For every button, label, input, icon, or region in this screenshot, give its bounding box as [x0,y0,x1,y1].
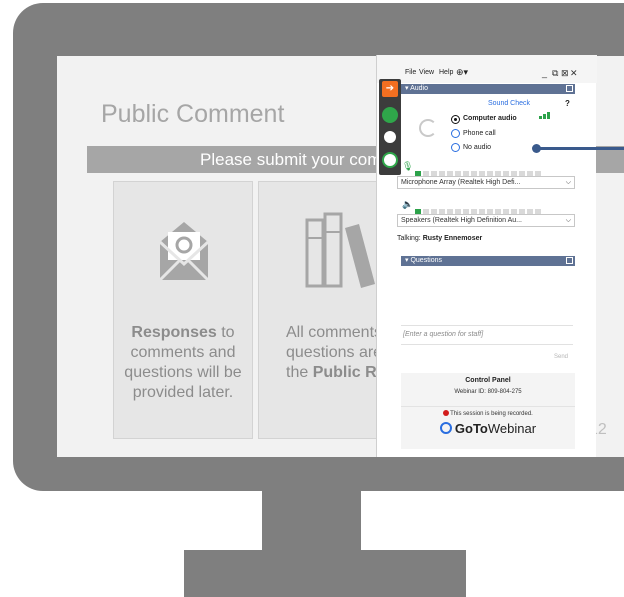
audio-section-header[interactable]: ▾ Audio [401,84,575,94]
microphone-select[interactable]: Microphone Array (Realtek High Defi... ⌵ [397,176,575,189]
card-responses-text: Responses to comments and questions will… [114,323,252,403]
email-icon [158,222,210,282]
speaker-select-value: Speakers (Realtek High Definition Au... [401,217,523,224]
books-icon [305,212,375,288]
mic-level-meter [415,164,543,177]
brand-webinar: Webinar [487,421,537,436]
radio-computer-audio[interactable] [451,115,460,124]
brand-goto: GoTo [454,421,488,436]
restore-icon[interactable]: ⧉ [552,68,558,79]
audio-section-title: Audio [410,85,428,92]
control-panel-title: Control Panel [465,377,511,384]
menu-help[interactable]: Help [439,69,453,76]
audio-popout-icon[interactable] [566,85,573,92]
menu-file[interactable]: File [405,69,416,76]
menu-view[interactable]: View [419,69,434,76]
recording-notice: This session is being recorded. [401,406,575,417]
audio-help-icon[interactable]: ? [565,99,570,108]
recording-notice-text: This session is being recorded. [450,411,533,417]
card-responses-bold: Responses [131,324,217,341]
talking-label: Talking: [397,235,421,242]
screenshot: Public Comment Please submit your commen… [0,0,624,597]
talking-indicator: Talking: Rusty Ennemoser [397,235,482,242]
speaker-icon: 🔈 [402,199,414,209]
panel-menubar: File View Help ⊕▾ _ ⧉ ⊠ ✕ [377,55,597,83]
monitor-stand-neck [262,488,361,551]
sound-check-link[interactable]: Sound Check [488,100,530,107]
orange-arrow-icon[interactable]: ➔ [382,81,398,97]
control-panel-footer: Control Panel Webinar ID: 809-804-275 Th… [401,373,575,449]
radio-no-audio[interactable] [451,143,460,152]
microphone-icon: 🎙 [402,161,414,171]
radio-phone-call[interactable] [451,129,460,138]
monitor-stand-base [184,550,466,597]
gotowebinar-logo: GoToWebinar [401,421,575,436]
question-input[interactable]: [Enter a question for staff] [401,325,573,345]
callout-line [536,147,624,150]
globe-icon[interactable]: ⊕▾ [456,67,468,78]
speaker-level-meter [415,202,543,215]
talking-name: Rusty Ennemoser [422,235,483,242]
speaker-select[interactable]: Speakers (Realtek High Definition Au... ⌵ [397,214,575,227]
card-responses: Responses to comments and questions will… [113,181,253,439]
recording-dot-icon [443,410,450,416]
radio-no-audio-label: No audio [463,144,492,151]
radio-computer-audio-label: Computer audio [463,115,517,122]
callout-dot [532,144,541,153]
close-icon[interactable]: ✕ [570,68,578,79]
signal-bars-icon [539,101,551,119]
microphone-select-value: Microphone Array (Realtek High Defi... [401,179,521,186]
radio-phone-call-label: Phone call [463,130,496,137]
gotowebinar-logo-icon [439,422,452,434]
chevron-down-icon: ⌵ [565,217,571,224]
webinar-toolbar: ➔ [379,79,401,175]
raise-hand-icon[interactable] [382,152,398,168]
chevron-down-icon: ⌵ [565,179,571,186]
questions-section-header[interactable]: ▾ Questions [401,256,575,266]
send-button[interactable]: Send [554,354,568,360]
slide-title: Public Comment [101,100,285,128]
questions-section-title: Questions [410,257,442,264]
popout-icon[interactable]: ⊠ [561,68,569,79]
mic-status-icon[interactable] [382,107,398,123]
questions-log [401,270,575,325]
webinar-id: Webinar ID: 809-804-275 [454,389,522,395]
gotowebinar-panel: File View Help ⊕▾ _ ⧉ ⊠ ✕ ➔ ▾ Audio Soun… [376,55,597,457]
questions-popout-icon[interactable] [566,257,573,264]
minimize-icon[interactable]: _ [542,68,547,78]
connecting-spinner-icon [419,119,437,137]
screen-share-icon[interactable] [382,129,398,145]
